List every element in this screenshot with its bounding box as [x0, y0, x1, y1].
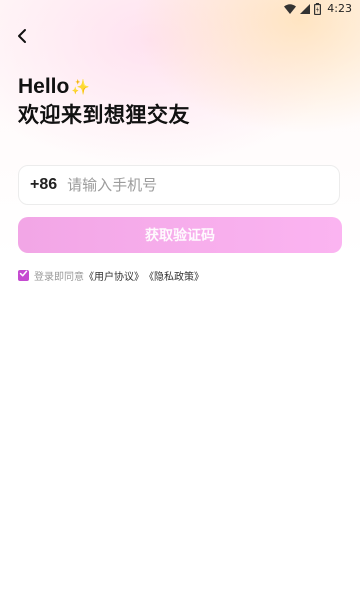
status-icons: 4:23 — [284, 2, 352, 16]
phone-number-input[interactable] — [67, 170, 298, 200]
checkmark-icon — [19, 269, 28, 281]
welcome-subtitle: 欢迎来到想狸交友 — [18, 103, 190, 127]
agreement-checkbox[interactable] — [18, 269, 29, 281]
agreement-row: 登录即同意 《用户协议》 《隐私政策》 — [18, 267, 204, 283]
country-code[interactable]: +86 — [30, 176, 57, 194]
sparkle-icon: ✨ — [71, 78, 91, 96]
user-agreement-link[interactable]: 《用户协议》 — [84, 268, 144, 283]
get-code-label: 获取验证码 — [145, 228, 215, 244]
wifi-icon — [284, 4, 297, 14]
status-time: 4:23 — [327, 2, 352, 15]
greeting-hello: Hello — [18, 75, 70, 98]
privacy-policy-link[interactable]: 《隐私政策》 — [144, 268, 204, 283]
back-button[interactable] — [8, 24, 36, 52]
phone-input-container: +86 — [18, 165, 340, 205]
chevron-left-icon — [16, 28, 28, 48]
signal-icon — [300, 4, 311, 14]
status-bar: 4:23 — [0, 0, 360, 18]
get-verification-code-button[interactable]: 获取验证码 — [18, 217, 342, 253]
battery-icon — [314, 3, 322, 15]
greeting-title: Hello ✨ — [18, 74, 90, 100]
agreement-prefix: 登录即同意 — [34, 271, 84, 283]
